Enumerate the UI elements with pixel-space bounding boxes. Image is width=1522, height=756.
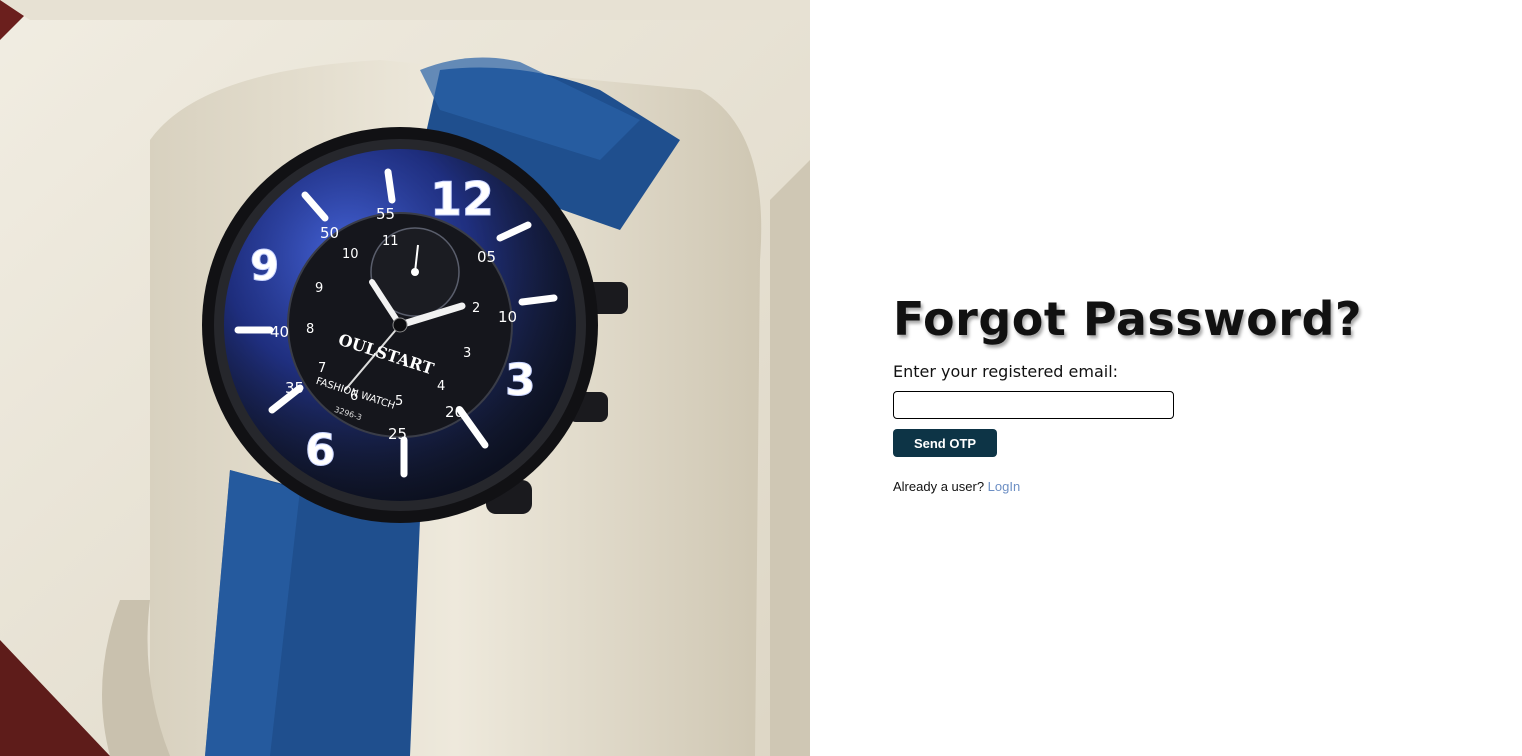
page-title: Forgot Password? xyxy=(893,292,1363,346)
svg-text:11: 11 xyxy=(382,234,399,249)
svg-text:10: 10 xyxy=(498,308,517,326)
svg-text:2: 2 xyxy=(472,301,480,316)
forgot-password-form: Forgot Password? Enter your registered e… xyxy=(893,292,1363,494)
svg-text:4: 4 xyxy=(437,379,445,394)
svg-text:55: 55 xyxy=(376,205,395,223)
svg-text:40: 40 xyxy=(270,323,289,341)
hero-image-watch: 12 3 6 9 55 50 05 10 20 25 35 40 11 10 9… xyxy=(0,0,810,756)
svg-text:6: 6 xyxy=(305,425,336,476)
svg-text:3: 3 xyxy=(463,346,471,361)
svg-text:35: 35 xyxy=(285,379,304,397)
already-user-text: Already a user? xyxy=(893,479,988,494)
watch-illustration: 12 3 6 9 55 50 05 10 20 25 35 40 11 10 9… xyxy=(0,0,810,756)
svg-text:20: 20 xyxy=(445,403,464,421)
svg-text:12: 12 xyxy=(430,172,494,226)
svg-text:25: 25 xyxy=(388,425,407,443)
svg-text:10: 10 xyxy=(342,247,359,262)
svg-text:8: 8 xyxy=(306,322,314,337)
send-otp-button[interactable]: Send OTP xyxy=(893,429,997,457)
email-field[interactable] xyxy=(893,391,1174,419)
svg-text:05: 05 xyxy=(477,248,496,266)
svg-text:7: 7 xyxy=(318,361,326,376)
email-label: Enter your registered email: xyxy=(893,362,1119,381)
svg-text:9: 9 xyxy=(315,281,323,296)
already-user-line: Already a user? LogIn xyxy=(893,479,1333,494)
svg-text:9: 9 xyxy=(250,241,279,290)
form-panel: Forgot Password? Enter your registered e… xyxy=(810,0,1522,756)
login-link[interactable]: LogIn xyxy=(988,479,1021,494)
svg-text:50: 50 xyxy=(320,224,339,242)
svg-text:3: 3 xyxy=(505,355,536,406)
forgot-password-page: 12 3 6 9 55 50 05 10 20 25 35 40 11 10 9… xyxy=(0,0,1522,756)
